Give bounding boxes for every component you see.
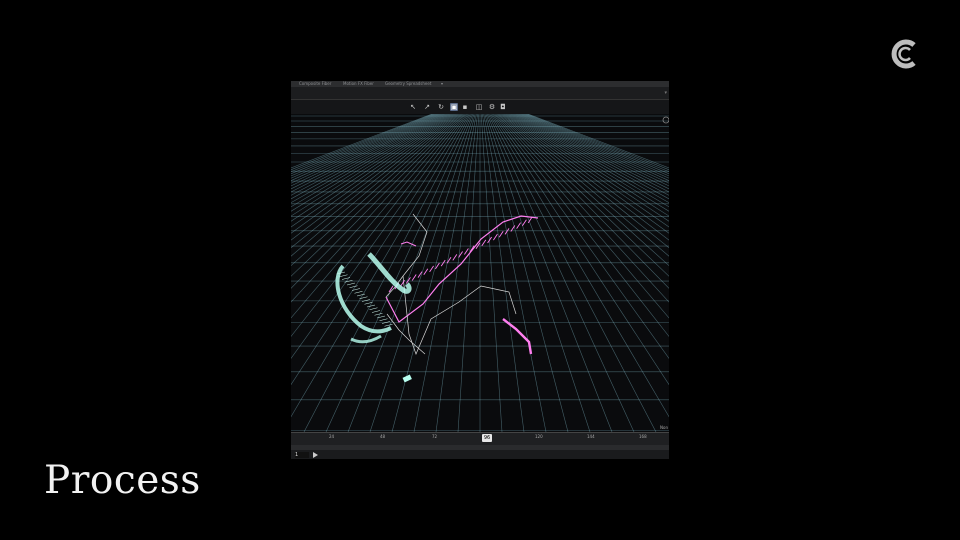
timeline-tick: 48 <box>380 434 386 439</box>
select-tool-icon[interactable]: ↖ <box>409 103 417 111</box>
ribbon-rung <box>354 291 363 294</box>
viewport-corner-label: Non <box>660 425 668 430</box>
grid-line <box>291 114 441 184</box>
grid-line <box>511 114 669 208</box>
ribbon-rung <box>374 313 383 316</box>
grid-line <box>291 114 435 173</box>
grid-line <box>520 114 669 181</box>
slide-title: Process <box>44 458 201 503</box>
ribbon-rung <box>369 307 378 310</box>
grid-line <box>486 114 613 432</box>
snap-icon[interactable]: ◘ <box>499 103 507 111</box>
viewport-menu-icon[interactable] <box>662 116 669 124</box>
grid-line <box>291 114 452 217</box>
motion-path-rung <box>516 222 521 229</box>
timeline-tick: 120 <box>535 434 543 439</box>
grid-line <box>291 114 434 171</box>
grid-line <box>291 114 451 212</box>
viewport-toolbar: ↖ ↗ ↻ ▣ ▪ ◫ ⚙ ◘ <box>291 100 669 114</box>
motion-path-rung <box>423 268 429 275</box>
grid-line <box>509 114 669 212</box>
network-path-bar: ▾ <box>291 87 669 100</box>
grid-line <box>480 114 503 432</box>
grid-line <box>526 114 669 171</box>
start-frame-field[interactable]: 1 <box>295 452 309 458</box>
grid-line <box>485 114 591 432</box>
grid-line <box>482 114 525 432</box>
grid-line <box>291 114 464 303</box>
grid-line <box>484 114 569 432</box>
ribbon-rung <box>376 315 386 319</box>
play-icon[interactable] <box>313 452 318 458</box>
perspective-grid <box>291 114 669 432</box>
grid-line <box>347 114 474 432</box>
grid-line <box>291 114 466 337</box>
grid-line <box>391 114 476 432</box>
grid-line <box>518 114 669 187</box>
playback-controls: 1 <box>291 450 669 459</box>
grid-line <box>495 114 669 319</box>
pose-tool-icon[interactable]: ◫ <box>475 103 483 111</box>
scale-tool-icon[interactable]: ▣ <box>450 103 458 111</box>
timeline-tick: 24 <box>329 434 335 439</box>
grid-line <box>525 114 669 173</box>
grid-line <box>291 114 439 179</box>
houdini-window: Composite Fiber Motion FX Fiber Geometry… <box>291 81 669 459</box>
view-settings-icon[interactable]: ⚙ <box>488 103 496 111</box>
motion-path-rung <box>522 219 527 227</box>
ribbon-rung <box>361 299 371 302</box>
ribbon-rung <box>371 310 381 313</box>
grid-line <box>508 114 669 217</box>
motion-path-rung <box>429 265 434 273</box>
grid-line <box>457 114 480 432</box>
pathbar-menu-icon[interactable]: ▾ <box>664 90 667 96</box>
grid-line <box>494 114 669 337</box>
motion-path-rung <box>411 274 417 281</box>
grid-line <box>521 114 669 179</box>
playbar: Non 24 48 72 96 120 144 168 1 <box>291 425 669 459</box>
motion-path-rung <box>498 231 504 238</box>
brand-logo-icon <box>891 39 916 69</box>
grid-line <box>435 114 478 432</box>
handle-tool-icon[interactable]: ▪ <box>461 103 469 111</box>
grid-line <box>291 114 440 181</box>
timeline-tick: 168 <box>639 434 647 439</box>
ribbon-rung <box>346 282 356 286</box>
motion-path-rung <box>493 233 498 241</box>
move-tool-icon[interactable]: ↗ <box>423 103 431 111</box>
marker-shape <box>402 374 412 383</box>
timeline-playhead[interactable]: 96 <box>482 434 492 442</box>
ribbon-rung <box>356 293 366 297</box>
grid-line <box>488 114 635 432</box>
grid-line <box>291 114 442 187</box>
motion-path-rung <box>452 254 458 261</box>
rotate-tool-icon[interactable]: ↻ <box>437 103 445 111</box>
grid-line <box>325 114 472 432</box>
grid-line <box>496 114 669 303</box>
grid-line <box>291 114 465 319</box>
ribbon-rung <box>384 324 393 327</box>
ribbon-rung <box>379 318 388 321</box>
motion-path-rung <box>481 239 487 247</box>
timeline-tick: 144 <box>587 434 595 439</box>
ribbon-rung <box>349 285 358 288</box>
3d-viewport[interactable] <box>291 114 669 432</box>
motion-path-rung <box>464 248 469 255</box>
ribbon-rung <box>366 304 376 308</box>
ribbon-rung <box>339 274 348 277</box>
timeline-ruler[interactable]: 24 48 72 96 120 144 168 <box>291 433 669 445</box>
grid-line <box>519 114 669 184</box>
timeline-tick: 72 <box>432 434 438 439</box>
